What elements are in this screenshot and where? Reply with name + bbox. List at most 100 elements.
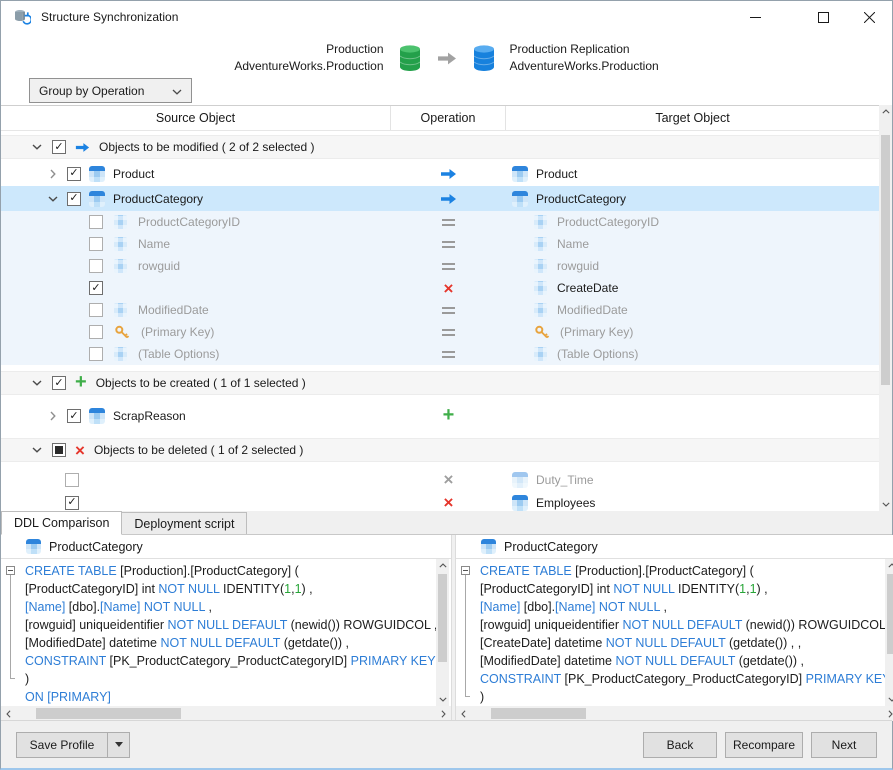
chevron-down-icon [172, 84, 182, 98]
checkbox[interactable] [67, 409, 81, 423]
target-field-label: rowguid [557, 259, 599, 273]
column-icon [114, 215, 127, 229]
group-row-deleted[interactable]: × Objects to be deleted ( 1 of 2 selecte… [1, 438, 881, 462]
close-button[interactable] [846, 1, 892, 33]
source-field-label: (Primary Key) [141, 325, 214, 339]
tree-row-name[interactable]: Name Name [1, 233, 881, 255]
checkbox[interactable] [89, 237, 103, 251]
chevron-down-icon[interactable] [31, 141, 43, 153]
table-icon [481, 539, 496, 554]
tree-row-employees[interactable]: × Employees [1, 491, 881, 511]
chevron-down-icon[interactable] [31, 377, 43, 389]
source-field-label: Name [138, 237, 170, 251]
equal-icon [442, 219, 455, 226]
checkbox[interactable] [89, 215, 103, 229]
scrollbar-thumb[interactable] [881, 135, 890, 385]
target-field-label: ModifiedDate [557, 303, 628, 317]
table-icon [512, 166, 528, 182]
chevron-down-icon[interactable] [47, 193, 59, 205]
code-fold-icon[interactable] [461, 566, 470, 575]
checkbox[interactable] [67, 192, 81, 206]
tab-deployment-script[interactable]: Deployment script [121, 512, 247, 534]
save-profile-split-button: Save Profile [16, 732, 130, 758]
tab-ddl-comparison[interactable]: DDL Comparison [1, 511, 122, 535]
group-row-created[interactable]: + Objects to be created ( 1 of 1 selecte… [1, 371, 881, 395]
checkbox-indeterminate[interactable] [52, 443, 66, 457]
scroll-left-arrow[interactable] [2, 707, 15, 720]
checkbox[interactable] [89, 325, 103, 339]
tree-row-modifieddate[interactable]: ModifiedDate ModifiedDate [1, 299, 881, 321]
source-database-icon [397, 44, 423, 72]
scroll-up-arrow[interactable] [885, 559, 893, 572]
modify-arrow-icon [440, 193, 457, 205]
scroll-up-arrow[interactable] [436, 559, 449, 572]
source-ddl-code: CREATE TABLE [Production].[ProductCatego… [1, 559, 451, 705]
tree-row-table-options[interactable]: (Table Options) (Table Options) [1, 343, 881, 365]
scroll-up-arrow[interactable] [879, 105, 892, 118]
scroll-down-arrow[interactable] [885, 693, 893, 706]
chevron-right-icon[interactable] [47, 168, 59, 180]
checkbox[interactable] [89, 347, 103, 361]
column-icon [534, 347, 547, 361]
checkbox[interactable] [89, 281, 103, 295]
minimize-button[interactable] [732, 1, 778, 33]
ddl-comparison-area: ProductCategory CREATE TABLE [Production… [1, 535, 892, 721]
save-profile-dropdown-button[interactable] [107, 732, 130, 758]
group-by-value: Group by Operation [39, 84, 144, 98]
tree-row-productcategoryid[interactable]: ProductCategoryID ProductCategoryID [1, 211, 881, 233]
checkbox[interactable] [67, 167, 81, 181]
source-object-label: ProductCategory [113, 192, 203, 206]
tree-row-rowguid[interactable]: rowguid rowguid [1, 255, 881, 277]
target-field-label: CreateDate [557, 281, 618, 295]
target-ddl-hscrollbar[interactable] [456, 706, 893, 721]
target-ddl-code: CREATE TABLE [Production].[ProductCatego… [456, 559, 893, 705]
next-button[interactable]: Next [811, 732, 877, 758]
checkbox[interactable] [89, 303, 103, 317]
scroll-right-arrow[interactable] [437, 707, 450, 720]
tree-row-productcategory[interactable]: ProductCategory ProductCategory [1, 186, 881, 211]
scrollbar-thumb[interactable] [887, 574, 893, 654]
save-profile-button[interactable]: Save Profile [16, 732, 108, 758]
tree-row-primary-key[interactable]: (Primary Key) (Primary Key) [1, 321, 881, 343]
group-by-dropdown[interactable]: Group by Operation [29, 78, 192, 103]
checkbox[interactable] [65, 496, 79, 510]
target-field-label: ProductCategoryID [557, 215, 659, 229]
group-label: Objects to be modified ( 2 of 2 selected… [99, 140, 314, 154]
recompare-button[interactable]: Recompare [725, 732, 803, 758]
tree-row-createdate[interactable]: × CreateDate [1, 277, 881, 299]
scroll-down-arrow[interactable] [879, 498, 892, 511]
scrollbar-thumb[interactable] [438, 574, 447, 662]
maximize-button[interactable] [800, 1, 846, 33]
checkbox[interactable] [89, 259, 103, 273]
chevron-down-icon[interactable] [31, 444, 43, 456]
group-row-modified[interactable]: Objects to be modified ( 2 of 2 selected… [1, 135, 881, 159]
source-ddl-panel: ProductCategory CREATE TABLE [Production… [1, 535, 451, 721]
target-ddl-vscrollbar[interactable] [885, 559, 893, 706]
scroll-left-arrow[interactable] [457, 707, 470, 720]
source-ddl-vscrollbar[interactable] [436, 559, 449, 706]
checkbox[interactable] [65, 473, 79, 487]
equal-icon [442, 307, 455, 314]
column-header-source[interactable]: Source Object [1, 106, 391, 130]
source-ddl-hscrollbar[interactable] [1, 706, 451, 721]
tree-row-duty-time[interactable]: × Duty_Time [1, 468, 881, 491]
tree-row-product[interactable]: Product Product [1, 161, 881, 186]
scrollbar-thumb[interactable] [491, 708, 586, 719]
chevron-right-icon[interactable] [47, 410, 59, 422]
target-ddl-header: ProductCategory [456, 535, 893, 559]
scroll-down-arrow[interactable] [436, 693, 449, 706]
back-button[interactable]: Back [643, 732, 717, 758]
scroll-right-arrow[interactable] [884, 707, 893, 720]
tree-vertical-scrollbar[interactable] [879, 105, 892, 511]
tree-row-scrapreason[interactable]: ScrapReason + [1, 403, 881, 429]
checkbox[interactable] [52, 140, 66, 154]
target-object-label: Employees [536, 496, 595, 510]
bottom-tab-bar: DDL Comparison Deployment script [1, 511, 892, 535]
target-object-label: Duty_Time [536, 473, 594, 487]
code-fold-icon[interactable] [6, 566, 15, 575]
comparison-grid: Source Object Operation Target Object Ob… [1, 105, 892, 511]
scrollbar-thumb[interactable] [36, 708, 181, 719]
column-header-target[interactable]: Target Object [506, 106, 879, 130]
column-header-operation[interactable]: Operation [391, 106, 506, 130]
checkbox[interactable] [52, 376, 66, 390]
